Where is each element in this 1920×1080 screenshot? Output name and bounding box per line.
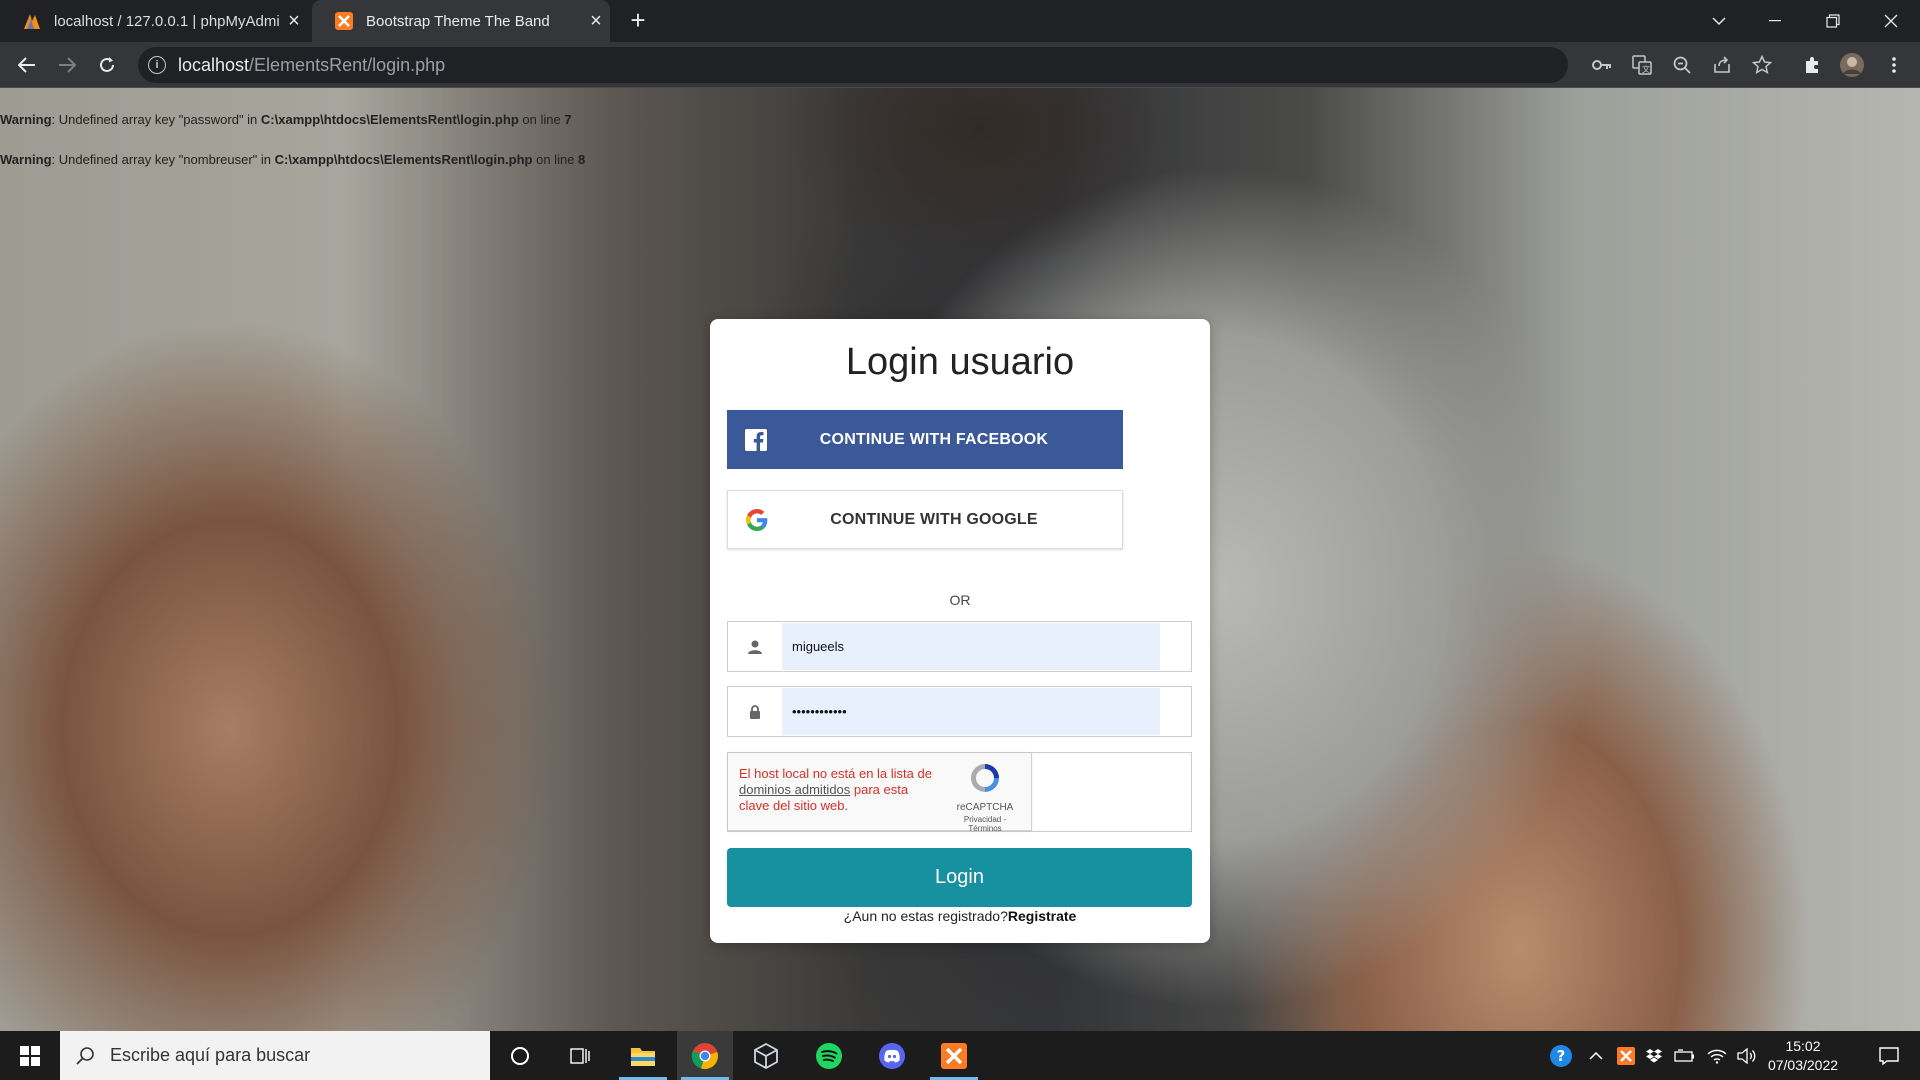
recaptcha-brand: reCAPTCHA bbox=[956, 802, 1014, 813]
chrome-menu-icon[interactable] bbox=[1880, 51, 1908, 79]
php-warning: Warning: Undefined array key "nombreuser… bbox=[0, 152, 586, 167]
search-placeholder: Escribe aquí para buscar bbox=[110, 1045, 311, 1065]
facebook-icon bbox=[727, 410, 785, 469]
user-icon bbox=[728, 622, 782, 671]
facebook-button-label: CONTINUE WITH FACEBOOK bbox=[819, 430, 1049, 448]
windows-start-button[interactable] bbox=[0, 1031, 60, 1080]
dropbox-icon[interactable] bbox=[1642, 1031, 1666, 1080]
password-field[interactable]: •••••••••••• bbox=[727, 686, 1192, 737]
share-icon[interactable] bbox=[1708, 51, 1736, 79]
recaptcha-links[interactable]: Privacidad - Términos bbox=[950, 815, 1020, 833]
file-explorer-icon[interactable] bbox=[615, 1031, 671, 1080]
site-info-icon[interactable]: i bbox=[148, 56, 166, 74]
recaptcha-logo: reCAPTCHA Privacidad - Términos bbox=[950, 761, 1020, 833]
recaptcha-icon bbox=[971, 764, 999, 792]
or-divider: OR bbox=[949, 592, 971, 608]
show-hidden-icons-chevron-up-icon[interactable] bbox=[1584, 1031, 1608, 1080]
bookmark-star-icon[interactable] bbox=[1748, 51, 1776, 79]
login-title: Login usuario bbox=[845, 341, 1075, 383]
taskbar-clock[interactable]: 15:02 07/03/2022 bbox=[1755, 1037, 1851, 1075]
search-icon bbox=[60, 1046, 110, 1066]
xampp-icon bbox=[334, 11, 354, 31]
extensions-icon[interactable] bbox=[1798, 51, 1826, 79]
svg-text:文: 文 bbox=[1642, 64, 1650, 74]
tab-search-icon[interactable] bbox=[1692, 0, 1746, 42]
recaptcha-error: El host local no está en la lista de dom… bbox=[739, 766, 932, 813]
google-icon bbox=[728, 490, 786, 549]
svg-text:?: ? bbox=[1557, 1047, 1566, 1065]
clock-time: 15:02 bbox=[1785, 1038, 1821, 1054]
task-view-icon[interactable] bbox=[552, 1031, 608, 1080]
reload-button[interactable] bbox=[92, 50, 122, 80]
tab-bootstrap-theme[interactable]: Bootstrap Theme The Band × bbox=[312, 0, 610, 42]
new-tab-button[interactable]: + bbox=[624, 6, 652, 34]
url-text: localhost/ElementsRent/login.php bbox=[178, 54, 446, 75]
recaptcha-widget[interactable]: El host local no está en la lista de dom… bbox=[728, 753, 1032, 833]
close-tab-icon[interactable]: × bbox=[582, 10, 610, 33]
username-field[interactable]: migueels bbox=[727, 621, 1192, 672]
wifi-icon[interactable] bbox=[1704, 1031, 1730, 1080]
browser-toolbar: i localhost/ElementsRent/login.php 文 bbox=[0, 42, 1920, 88]
profile-avatar[interactable] bbox=[1838, 51, 1866, 79]
close-tab-icon[interactable]: × bbox=[280, 10, 308, 33]
tab-title: localhost / 127.0.0.1 | phpMyAdmin bbox=[54, 12, 280, 30]
key-icon[interactable] bbox=[1588, 51, 1616, 79]
google-login-button[interactable]: CONTINUE WITH GOOGLE bbox=[727, 490, 1123, 549]
google-button-label: CONTINUE WITH GOOGLE bbox=[830, 510, 1038, 528]
forward-button[interactable] bbox=[52, 50, 82, 80]
register-link[interactable]: Registrate bbox=[1008, 908, 1076, 924]
tab-title: Bootstrap Theme The Band bbox=[366, 12, 550, 30]
cortana-icon[interactable] bbox=[492, 1031, 548, 1080]
chrome-icon[interactable] bbox=[677, 1031, 733, 1080]
register-prompt: ¿Aun no estas registrado?Registrate bbox=[843, 908, 1077, 924]
lock-icon bbox=[728, 687, 782, 736]
recaptcha-domains-link[interactable]: dominios admitidos bbox=[739, 782, 850, 797]
username-input[interactable]: migueels bbox=[782, 623, 1160, 670]
back-button[interactable] bbox=[12, 50, 42, 80]
browser-tab-bar: localhost / 127.0.0.1 | phpMyAdmin × Boo… bbox=[0, 0, 1920, 42]
address-bar[interactable]: i localhost/ElementsRent/login.php bbox=[138, 47, 1568, 83]
captcha-container: El host local no está en la lista de dom… bbox=[727, 752, 1192, 833]
page-content: Warning: Undefined array key "password" … bbox=[0, 88, 1920, 1031]
battery-icon[interactable] bbox=[1672, 1031, 1698, 1080]
password-input[interactable]: •••••••••••• bbox=[782, 688, 1160, 735]
clock-date: 07/03/2022 bbox=[1767, 1057, 1839, 1073]
windows-taskbar: Escribe aquí para buscar ? 15:02 07/03/2… bbox=[0, 1031, 1920, 1080]
php-warning: Warning: Undefined array key "password" … bbox=[0, 112, 572, 127]
tab-phpmyadmin[interactable]: localhost / 127.0.0.1 | phpMyAdmin × bbox=[0, 0, 308, 42]
phpmyadmin-icon bbox=[22, 11, 42, 31]
taskbar-search[interactable]: Escribe aquí para buscar bbox=[60, 1031, 490, 1080]
xampp-taskbar-icon[interactable] bbox=[926, 1031, 982, 1080]
close-window-button[interactable] bbox=[1864, 0, 1918, 42]
translate-icon[interactable]: 文 bbox=[1628, 51, 1656, 79]
restore-button[interactable] bbox=[1806, 0, 1860, 42]
minimize-button[interactable] bbox=[1748, 0, 1802, 42]
login-card: Login usuario CONTINUE WITH FACEBOOK CON… bbox=[710, 319, 1210, 943]
xampp-tray-icon[interactable] bbox=[1614, 1031, 1638, 1080]
help-icon[interactable]: ? bbox=[1546, 1031, 1576, 1080]
virtualbox-icon[interactable] bbox=[738, 1031, 794, 1080]
login-button[interactable]: Login bbox=[727, 848, 1192, 907]
zoom-icon[interactable] bbox=[1668, 51, 1696, 79]
facebook-login-button[interactable]: CONTINUE WITH FACEBOOK bbox=[727, 410, 1123, 469]
notifications-icon[interactable] bbox=[1864, 1031, 1914, 1080]
discord-icon[interactable] bbox=[864, 1031, 920, 1080]
spotify-icon[interactable] bbox=[801, 1031, 857, 1080]
